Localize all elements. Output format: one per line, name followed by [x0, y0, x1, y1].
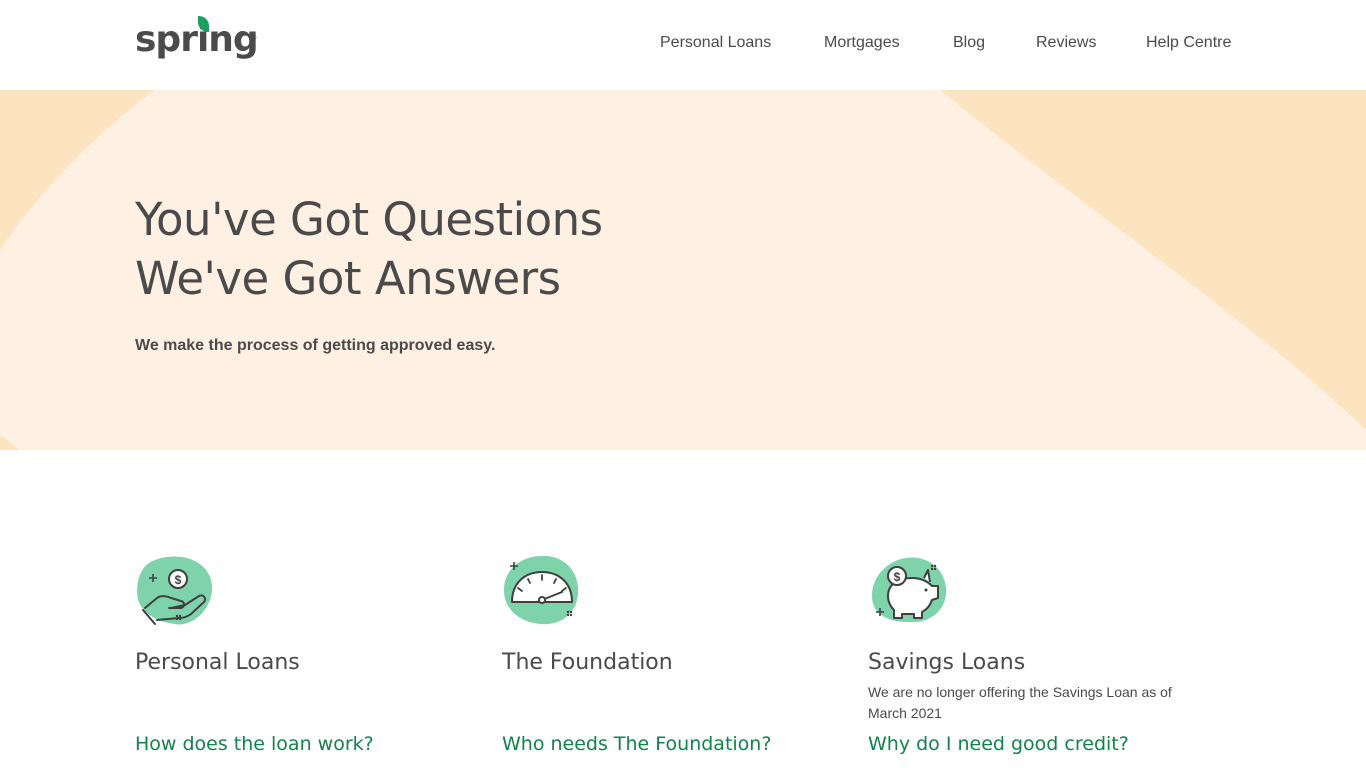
site-header: spring ® Personal Loans Mortgages Blog R… [0, 0, 1366, 90]
svg-text:$: $ [175, 573, 182, 587]
hero-title-line-2: We've Got Answers [135, 252, 561, 305]
hero-subtitle: We make the process of getting approved … [135, 337, 496, 354]
nav-reviews[interactable]: Reviews [1036, 34, 1096, 52]
card-title: Savings Loans [868, 650, 1026, 675]
card-the-foundation: The Foundation Who needs The Foundation? [502, 552, 842, 768]
speedometer-icon [504, 555, 579, 625]
nav-personal-loans[interactable]: Personal Loans [660, 34, 771, 52]
card-title: Personal Loans [135, 650, 300, 675]
faq-link-loan-work[interactable]: How does the loan work? [135, 733, 374, 755]
card-title: The Foundation [502, 650, 673, 675]
card-personal-loans: $ Personal Loans How does the loan work? [135, 552, 475, 768]
hero-title-line-1: You've Got Questions [135, 193, 603, 246]
hand-coin-icon: $ [137, 556, 213, 625]
card-savings-loans: $ Savings Loans We are no longer offerin… [868, 552, 1208, 768]
faq-link-who-needs-foundation[interactable]: Who needs The Foundation? [502, 733, 771, 755]
piggy-bank-icon: $ [872, 557, 947, 623]
nav-help-centre[interactable]: Help Centre [1146, 34, 1231, 52]
nav-blog[interactable]: Blog [953, 34, 985, 52]
svg-text:$: $ [894, 570, 901, 584]
hero-banner: You've Got Questions We've Got Answers W… [0, 90, 1366, 450]
main-nav: Personal Loans Mortgages Blog Reviews He… [0, 34, 1366, 56]
card-note: We are no longer offering the Savings Lo… [868, 684, 1172, 721]
hero-title: You've Got Questions We've Got Answers [135, 190, 603, 308]
faq-link-good-credit[interactable]: Why do I need good credit? [868, 733, 1129, 755]
nav-mortgages[interactable]: Mortgages [824, 34, 900, 52]
